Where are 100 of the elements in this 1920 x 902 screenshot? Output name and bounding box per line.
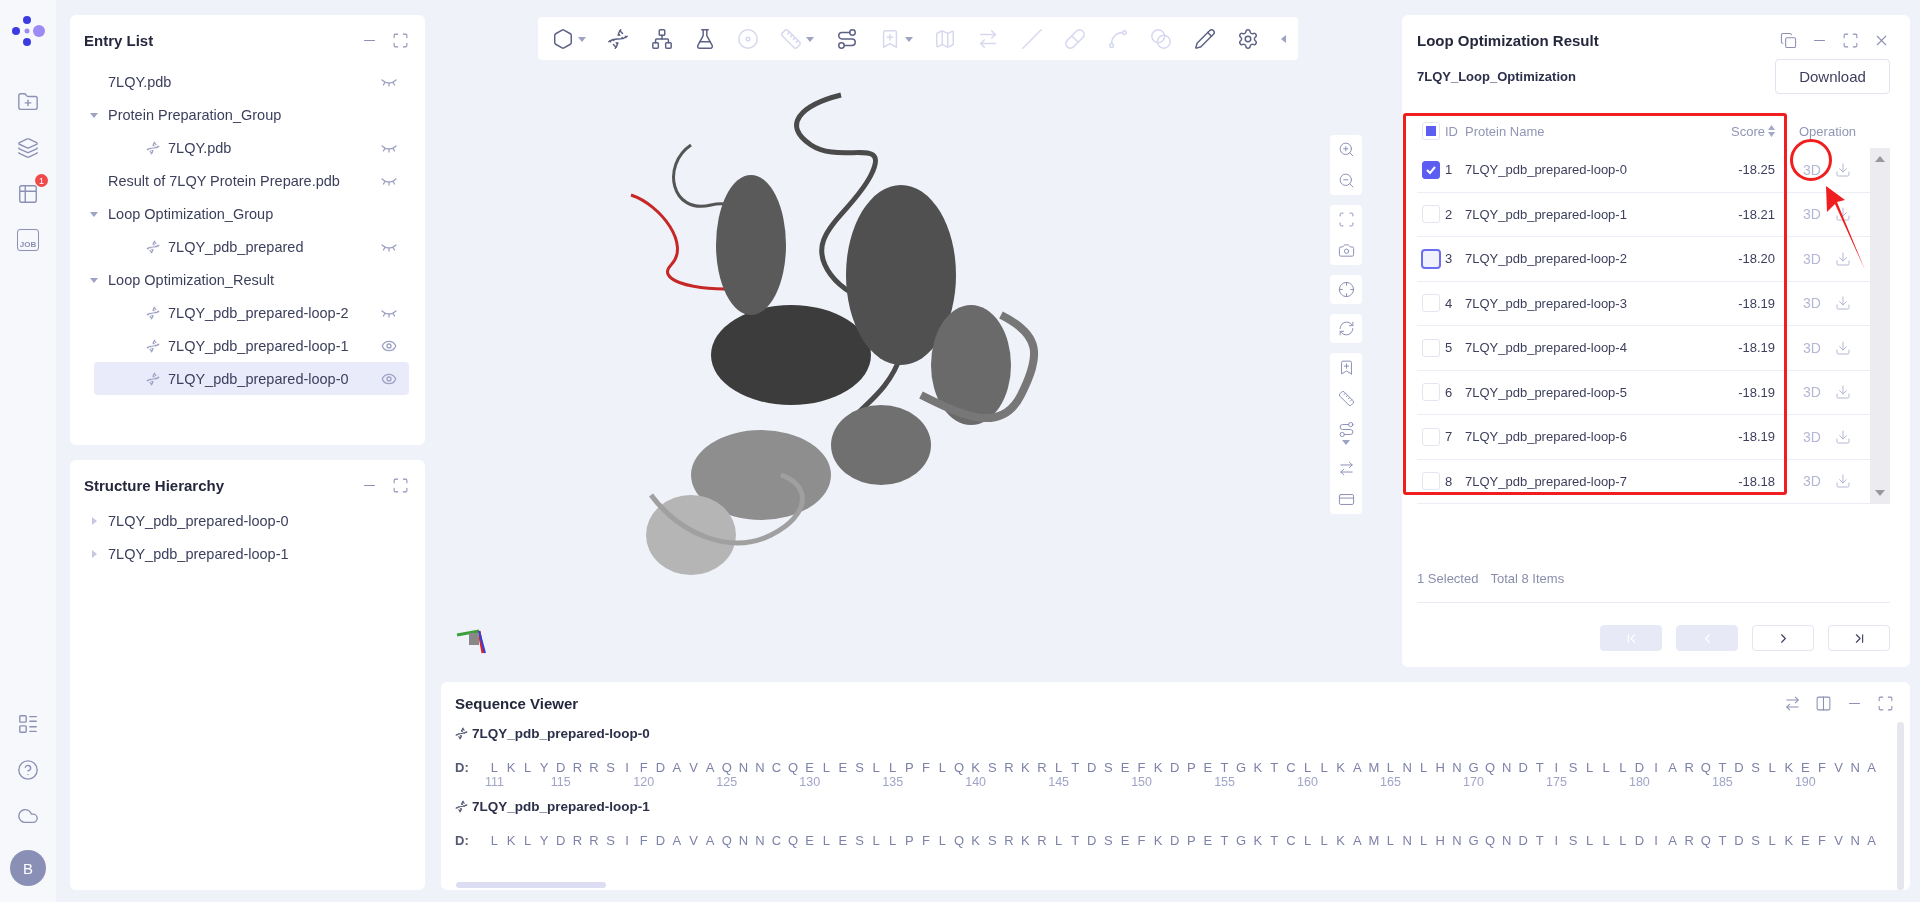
maximize-icon[interactable] [1842,31,1859,49]
residue-letter[interactable]: L [1386,833,1395,848]
help-icon[interactable] [17,759,39,781]
residue-letter[interactable]: N [1452,760,1462,775]
residue-letter[interactable]: L [1586,833,1594,848]
refresh-icon[interactable] [1337,320,1355,337]
residue-letter[interactable]: F [639,833,648,848]
route-icon[interactable] [835,27,858,50]
residue-letter[interactable]: I [625,833,629,848]
caret-icon[interactable] [1280,34,1288,43]
next-page-button[interactable] [1752,625,1814,651]
residue-letter[interactable]: C [1286,760,1296,775]
fit-icon[interactable] [1337,211,1355,228]
residue-letter[interactable]: R [572,760,583,775]
caret-icon[interactable] [90,209,98,218]
residue-letter[interactable]: R [1004,833,1014,848]
residue-letter[interactable]: Q [788,760,799,775]
crosshair-icon[interactable] [1337,281,1355,298]
route-icon[interactable] [1337,421,1355,438]
residue-letter[interactable]: D [556,760,566,775]
residue-letter[interactable]: N [1850,833,1860,848]
columns-icon[interactable] [1815,694,1832,712]
residue-letter[interactable]: N [1452,833,1462,848]
residue-letter[interactable]: L [1303,760,1312,775]
job-icon[interactable]: JOB [17,229,39,251]
table-row[interactable]: 6 7LQY_pdb_prepared-loop-5 -18.19 3D [1417,370,1870,415]
residue-letter[interactable]: L [1420,833,1428,848]
residue-letter[interactable]: N [738,760,748,775]
scrollbar[interactable] [1870,148,1890,504]
residue-letter[interactable]: R [572,833,583,848]
residue-letter[interactable]: V [689,833,698,848]
residue-letter[interactable]: T [1220,833,1229,848]
residue-letter[interactable]: I [1654,760,1658,775]
tree-row[interactable]: Loop Optimization_Result [84,263,409,296]
folder-add-icon[interactable] [17,91,39,113]
residue-letter[interactable]: K [1784,833,1794,848]
residue-letter[interactable]: Y [539,833,549,848]
residue-letter[interactable]: P [1187,833,1196,848]
residue-letter[interactable]: N [1402,833,1412,848]
residue-letter[interactable]: S [987,760,997,775]
view-3d-link[interactable]: 3D [1803,206,1821,223]
residue-letter[interactable]: R [589,833,599,848]
residue-letter[interactable]: F [921,760,930,775]
residue-letter[interactable]: L [1619,833,1627,848]
residue-letter[interactable]: L [1768,760,1776,775]
table-row[interactable]: 8 7LQY_pdb_prepared-loop-7 -18.18 3D [1417,459,1870,504]
residue-letter[interactable]: C [771,833,782,848]
download-button[interactable]: Download [1775,59,1890,94]
residue-letter[interactable]: D [1170,833,1180,848]
residue-letter[interactable]: F [1137,760,1146,775]
residue-letter[interactable]: I [1654,833,1658,848]
maximize-icon[interactable] [392,476,409,494]
residue-letter[interactable]: K [1021,833,1030,848]
residue-letter[interactable]: Q [1485,760,1496,775]
residue-letter[interactable]: L [1386,760,1395,775]
residue-letter[interactable]: S [987,833,997,848]
residue-letter[interactable]: D [1170,760,1180,775]
residue-letter[interactable]: E [1801,833,1810,848]
residue-letter[interactable]: E [1120,833,1130,848]
residue-letter[interactable]: P [904,833,914,848]
residue-letter[interactable]: A [1352,760,1362,775]
residue-letter[interactable]: N [755,760,765,775]
residue-letter[interactable]: L [1619,760,1627,775]
view-3d-link[interactable]: 3D [1803,295,1821,312]
residue-letter[interactable]: E [805,760,815,775]
residue-letter[interactable]: L [490,760,499,775]
residue-letter[interactable]: D [655,833,666,848]
residue-letter[interactable]: S [855,833,864,848]
residue-letter[interactable]: A [1668,833,1677,848]
residue-letter[interactable]: V [1834,833,1843,848]
tree-row[interactable]: 7LQY_pdb_prepared-loop-0 [84,504,409,537]
residue-letter[interactable]: T [1071,833,1080,848]
residue-letter[interactable]: R [1684,833,1694,848]
residue-letter[interactable]: S [1568,833,1578,848]
residue-letter[interactable]: E [1203,833,1213,848]
residue-letter[interactable]: N [1501,760,1512,775]
table-row[interactable]: 4 7LQY_pdb_prepared-loop-3 -18.19 3D [1417,281,1870,326]
residue-letter[interactable]: L [872,760,880,775]
caret-icon[interactable] [90,516,98,525]
residue-letter[interactable]: R [589,760,599,775]
residue-letter[interactable]: A [672,833,682,848]
residue-letter[interactable]: S [1104,833,1113,848]
list-icon[interactable] [17,713,39,735]
residue-letter[interactable]: E [1120,760,1130,775]
residue-letter[interactable]: L [872,833,880,848]
view-3d-link[interactable]: 3D [1803,250,1821,267]
residue-letter[interactable]: Q [954,833,965,848]
view-3d-link[interactable]: 3D [1803,384,1821,401]
residue-letter[interactable]: D [1087,833,1097,848]
view-3d-link[interactable]: 3D [1803,339,1821,356]
residue-letter[interactable]: K [506,760,516,775]
view-3d-link[interactable]: 3D [1803,161,1821,178]
tree-row[interactable]: Result of 7LQY Protein Prepare.pdb [84,164,409,197]
residue-letter[interactable]: P [1187,760,1196,775]
residue-letter[interactable]: S [1751,760,1760,775]
residue-letter[interactable]: I [1554,833,1559,848]
table-icon[interactable] [17,183,39,205]
maximize-icon[interactable] [392,31,409,49]
residue-letter[interactable]: K [1336,833,1346,848]
residue-letter[interactable]: L [1055,760,1063,775]
